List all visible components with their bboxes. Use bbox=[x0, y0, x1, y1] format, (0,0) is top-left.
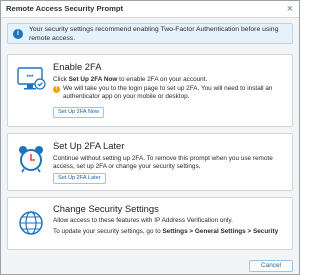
set-up-later-card: Set Up 2FA Later Continue without settin… bbox=[7, 133, 293, 191]
enable-2fa-title: Enable 2FA bbox=[53, 61, 102, 72]
close-icon[interactable]: × bbox=[287, 2, 293, 16]
dialog-title: Remote Access Security Prompt bbox=[6, 4, 124, 13]
info-banner-text: Your security settings recommend enablin… bbox=[29, 26, 279, 42]
security-settings-path-text: To update your security settings, go to … bbox=[53, 228, 279, 235]
change-security-settings-text: Allow access to these features with IP A… bbox=[53, 217, 233, 224]
set-up-2fa-now-button[interactable]: Set Up 2FA Now bbox=[53, 107, 105, 118]
set-up-2fa-later-button[interactable]: Set Up 2FA Later bbox=[53, 173, 106, 184]
enable-2fa-card: *** Enable 2FA Click Set Up 2FA Now to e… bbox=[7, 54, 293, 127]
change-security-settings-title: Change Security Settings bbox=[53, 203, 159, 214]
security-prompt-dialog: Remote Access Security Prompt × i Your s… bbox=[0, 0, 300, 275]
enable-2fa-warning-text: We will take you to the login page to se… bbox=[63, 85, 273, 100]
set-up-later-title: Set Up 2FA Later bbox=[53, 140, 125, 151]
globe-icon bbox=[16, 208, 46, 243]
title-bar: Remote Access Security Prompt × bbox=[1, 1, 299, 18]
cancel-button[interactable]: Cancel bbox=[249, 260, 293, 272]
svg-text:***: *** bbox=[26, 75, 34, 81]
alarm-clock-icon bbox=[16, 144, 46, 179]
set-up-later-text: Continue without setting up 2FA. To remo… bbox=[53, 155, 273, 170]
change-security-settings-card: Change Security Settings Allow access to… bbox=[7, 197, 293, 250]
warning-icon: ! bbox=[53, 86, 60, 93]
info-banner: i Your security settings recommend enabl… bbox=[7, 23, 293, 44]
info-icon: i bbox=[13, 29, 23, 39]
monitor-2fa-icon: *** bbox=[16, 65, 46, 98]
enable-2fa-text: Click Set Up 2FA Now to enable 2FA on yo… bbox=[53, 76, 208, 83]
